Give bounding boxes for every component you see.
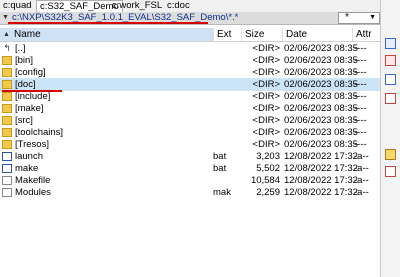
header-attr[interactable]: Attr (352, 28, 380, 41)
file-icon (2, 176, 12, 185)
pack-icon[interactable] (385, 149, 396, 160)
folder-icon (2, 140, 12, 149)
edit-icon[interactable] (385, 93, 396, 104)
header-name-label: Name (14, 29, 41, 40)
sort-arrow-icon: ▲ (3, 31, 10, 38)
chevron-down-icon[interactable]: ▼ (369, 13, 376, 23)
header-date[interactable]: Date (282, 28, 352, 41)
tab-quad[interactable]: c:quad (0, 0, 35, 12)
up-folder-icon: ↰ (3, 43, 11, 53)
folder-icon (2, 92, 12, 101)
header-ext[interactable]: Ext (213, 28, 241, 41)
right-button-bar (381, 0, 400, 277)
folder-icon (2, 56, 12, 65)
tab-work-fsl[interactable]: c:work_FSL (109, 0, 165, 12)
file-mask-value: * (345, 12, 349, 23)
edit-icon[interactable] (385, 166, 396, 177)
batch-file-icon (2, 164, 12, 173)
list-item[interactable]: Modules mak 2,259 12/08/2022 17:32 -a-- (0, 186, 380, 199)
folder-icon (2, 128, 12, 137)
header-size[interactable]: Size (241, 28, 282, 41)
folder-icon (2, 116, 12, 125)
folder-icon (2, 68, 12, 77)
delete-icon[interactable] (385, 55, 396, 66)
rename-icon[interactable] (385, 74, 396, 85)
copy-icon[interactable] (385, 38, 396, 49)
tab-doc[interactable]: c:doc (164, 0, 193, 12)
header-name[interactable]: ▲ Name (0, 28, 213, 41)
folder-icon (2, 104, 12, 113)
path-annotation-underline (8, 22, 208, 24)
doc-annotation-underline (2, 90, 62, 92)
batch-file-icon (2, 152, 12, 161)
folder-icon (2, 80, 12, 89)
column-header: ▲ Name Ext Size Date Attr (0, 28, 380, 42)
file-icon (2, 188, 12, 197)
file-mask-combo[interactable]: * ▼ (338, 12, 380, 24)
